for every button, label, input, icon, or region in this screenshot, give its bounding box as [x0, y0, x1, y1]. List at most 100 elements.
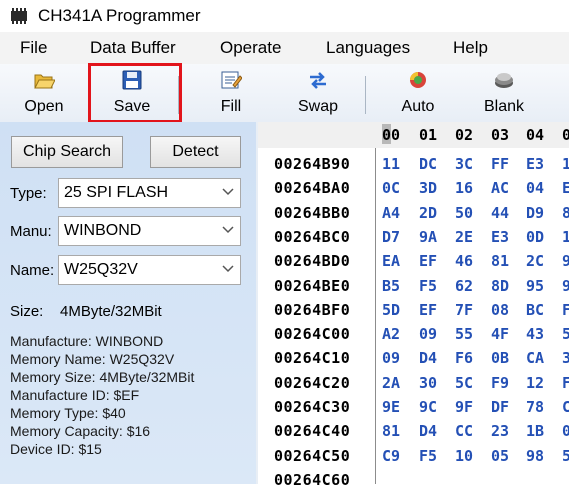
hex-byte[interactable]: C	[562, 398, 569, 416]
menu-file[interactable]: File	[20, 38, 47, 58]
hex-byte[interactable]: E3	[526, 155, 544, 173]
hex-byte[interactable]: 5C	[455, 374, 473, 392]
hex-byte[interactable]: 2E	[455, 228, 473, 246]
hex-byte[interactable]: F	[562, 374, 569, 392]
hex-byte[interactable]: E3	[491, 228, 509, 246]
hex-byte[interactable]: DC	[419, 155, 437, 173]
hex-byte[interactable]: 8D	[491, 277, 509, 295]
hex-row[interactable]: 00264C10 09 D4 F6 0B CA 3	[258, 346, 569, 370]
hex-byte[interactable]: 98	[526, 447, 544, 465]
hex-byte[interactable]: B5	[382, 277, 400, 295]
hex-row[interactable]: 00264C20 2A 30 5C F9 12 F	[258, 371, 569, 395]
hex-byte[interactable]: 0B	[491, 349, 509, 367]
hex-byte[interactable]: 30	[419, 374, 437, 392]
name-select[interactable]: W25Q32V	[58, 255, 241, 285]
hex-byte[interactable]: F6	[455, 349, 473, 367]
open-button[interactable]: Open	[12, 64, 76, 120]
hex-row[interactable]: 00264C00 A2 09 55 4F 43 5	[258, 322, 569, 346]
hex-byte[interactable]: 9	[562, 277, 569, 295]
detect-button[interactable]: Detect	[150, 136, 241, 168]
chip-search-button[interactable]: Chip Search	[11, 136, 123, 168]
hex-byte[interactable]: 8	[562, 204, 569, 222]
hex-byte[interactable]: F5	[419, 447, 437, 465]
hex-byte[interactable]: BC	[526, 301, 544, 319]
hex-byte[interactable]: 1	[562, 228, 569, 246]
hex-byte[interactable]: D4	[419, 422, 437, 440]
menu-operate[interactable]: Operate	[220, 38, 281, 58]
hex-byte[interactable]: CA	[526, 349, 544, 367]
hex-byte[interactable]: C9	[382, 447, 400, 465]
hex-byte[interactable]: 10	[455, 447, 473, 465]
hex-byte[interactable]: 12	[526, 374, 544, 392]
hex-byte[interactable]: 5D	[382, 301, 400, 319]
menu-languages[interactable]: Languages	[326, 38, 410, 58]
hex-byte[interactable]: 5	[562, 325, 569, 343]
hex-byte[interactable]: 08	[491, 301, 509, 319]
hex-byte[interactable]: 2D	[419, 204, 437, 222]
menu-data-buffer[interactable]: Data Buffer	[90, 38, 176, 58]
hex-byte[interactable]: 50	[455, 204, 473, 222]
menu-help[interactable]: Help	[453, 38, 488, 58]
blank-button[interactable]: Blank	[472, 64, 536, 120]
hex-row[interactable]: 00264BD0 EA EF 46 81 2C 9	[258, 249, 569, 273]
hex-byte[interactable]: 95	[526, 277, 544, 295]
hex-byte[interactable]: 78	[526, 398, 544, 416]
manufacturer-select[interactable]: WINBOND	[58, 216, 241, 246]
hex-byte[interactable]: 9A	[419, 228, 437, 246]
hex-byte[interactable]: 9F	[455, 398, 473, 416]
hex-byte[interactable]: 81	[382, 422, 400, 440]
hex-byte[interactable]: 3D	[419, 179, 437, 197]
hex-byte[interactable]: 3C	[455, 155, 473, 173]
hex-row[interactable]: 00264BB0 A4 2D 50 44 D9 8	[258, 201, 569, 225]
hex-byte[interactable]: A2	[382, 325, 400, 343]
hex-byte[interactable]: 46	[455, 252, 473, 270]
hex-byte[interactable]: 1B	[526, 422, 544, 440]
hex-byte[interactable]: 81	[491, 252, 509, 270]
hex-byte[interactable]: 0C	[382, 179, 400, 197]
hex-byte[interactable]: EA	[382, 252, 400, 270]
auto-button[interactable]: Auto	[386, 64, 450, 120]
hex-byte[interactable]: 55	[455, 325, 473, 343]
hex-byte[interactable]: 62	[455, 277, 473, 295]
hex-byte[interactable]: A4	[382, 204, 400, 222]
hex-byte[interactable]: 09	[419, 325, 437, 343]
hex-byte[interactable]: F9	[491, 374, 509, 392]
hex-byte[interactable]: 44	[491, 204, 509, 222]
hex-byte[interactable]: 04	[526, 179, 544, 197]
hex-byte[interactable]: 43	[526, 325, 544, 343]
hex-byte[interactable]: 2A	[382, 374, 400, 392]
hex-byte[interactable]: 05	[491, 447, 509, 465]
hex-row[interactable]: 00264BA0 0C 3D 16 AC 04 E	[258, 176, 569, 200]
hex-row[interactable]: 00264C60	[258, 468, 569, 492]
hex-byte[interactable]: D4	[419, 349, 437, 367]
hex-byte[interactable]: 11	[382, 155, 400, 173]
hex-row[interactable]: 00264C50 C9 F5 10 05 98 5	[258, 444, 569, 468]
hex-row[interactable]: 00264BF0 5D EF 7F 08 BC F	[258, 298, 569, 322]
hex-byte[interactable]: 3	[562, 349, 569, 367]
hex-byte[interactable]: EF	[419, 301, 437, 319]
hex-row[interactable]: 00264BC0 D7 9A 2E E3 0D 1	[258, 225, 569, 249]
hex-byte[interactable]: 23	[491, 422, 509, 440]
hex-byte[interactable]: EF	[419, 252, 437, 270]
hex-byte[interactable]: F5	[419, 277, 437, 295]
hex-byte[interactable]: 9	[562, 252, 569, 270]
hex-byte[interactable]: 0D	[526, 228, 544, 246]
hex-row[interactable]: 00264C30 9E 9C 9F DF 78 C	[258, 395, 569, 419]
hex-byte[interactable]: CC	[455, 422, 473, 440]
fill-button[interactable]: Fill	[199, 64, 263, 120]
hex-byte[interactable]: D9	[526, 204, 544, 222]
type-select[interactable]: 25 SPI FLASH	[58, 178, 241, 208]
hex-byte[interactable]: 9E	[382, 398, 400, 416]
hex-byte[interactable]: F	[562, 301, 569, 319]
hex-byte[interactable]: DF	[491, 398, 509, 416]
hex-byte[interactable]: 09	[382, 349, 400, 367]
hex-byte[interactable]: 4F	[491, 325, 509, 343]
hex-byte[interactable]: 9C	[419, 398, 437, 416]
hex-byte[interactable]: E	[562, 179, 569, 197]
hex-byte[interactable]: FF	[491, 155, 509, 173]
hex-byte[interactable]: D7	[382, 228, 400, 246]
hex-byte[interactable]: 1	[562, 155, 569, 173]
hex-byte[interactable]: 16	[455, 179, 473, 197]
hex-byte[interactable]: AC	[491, 179, 509, 197]
save-button[interactable]: Save	[100, 64, 164, 120]
